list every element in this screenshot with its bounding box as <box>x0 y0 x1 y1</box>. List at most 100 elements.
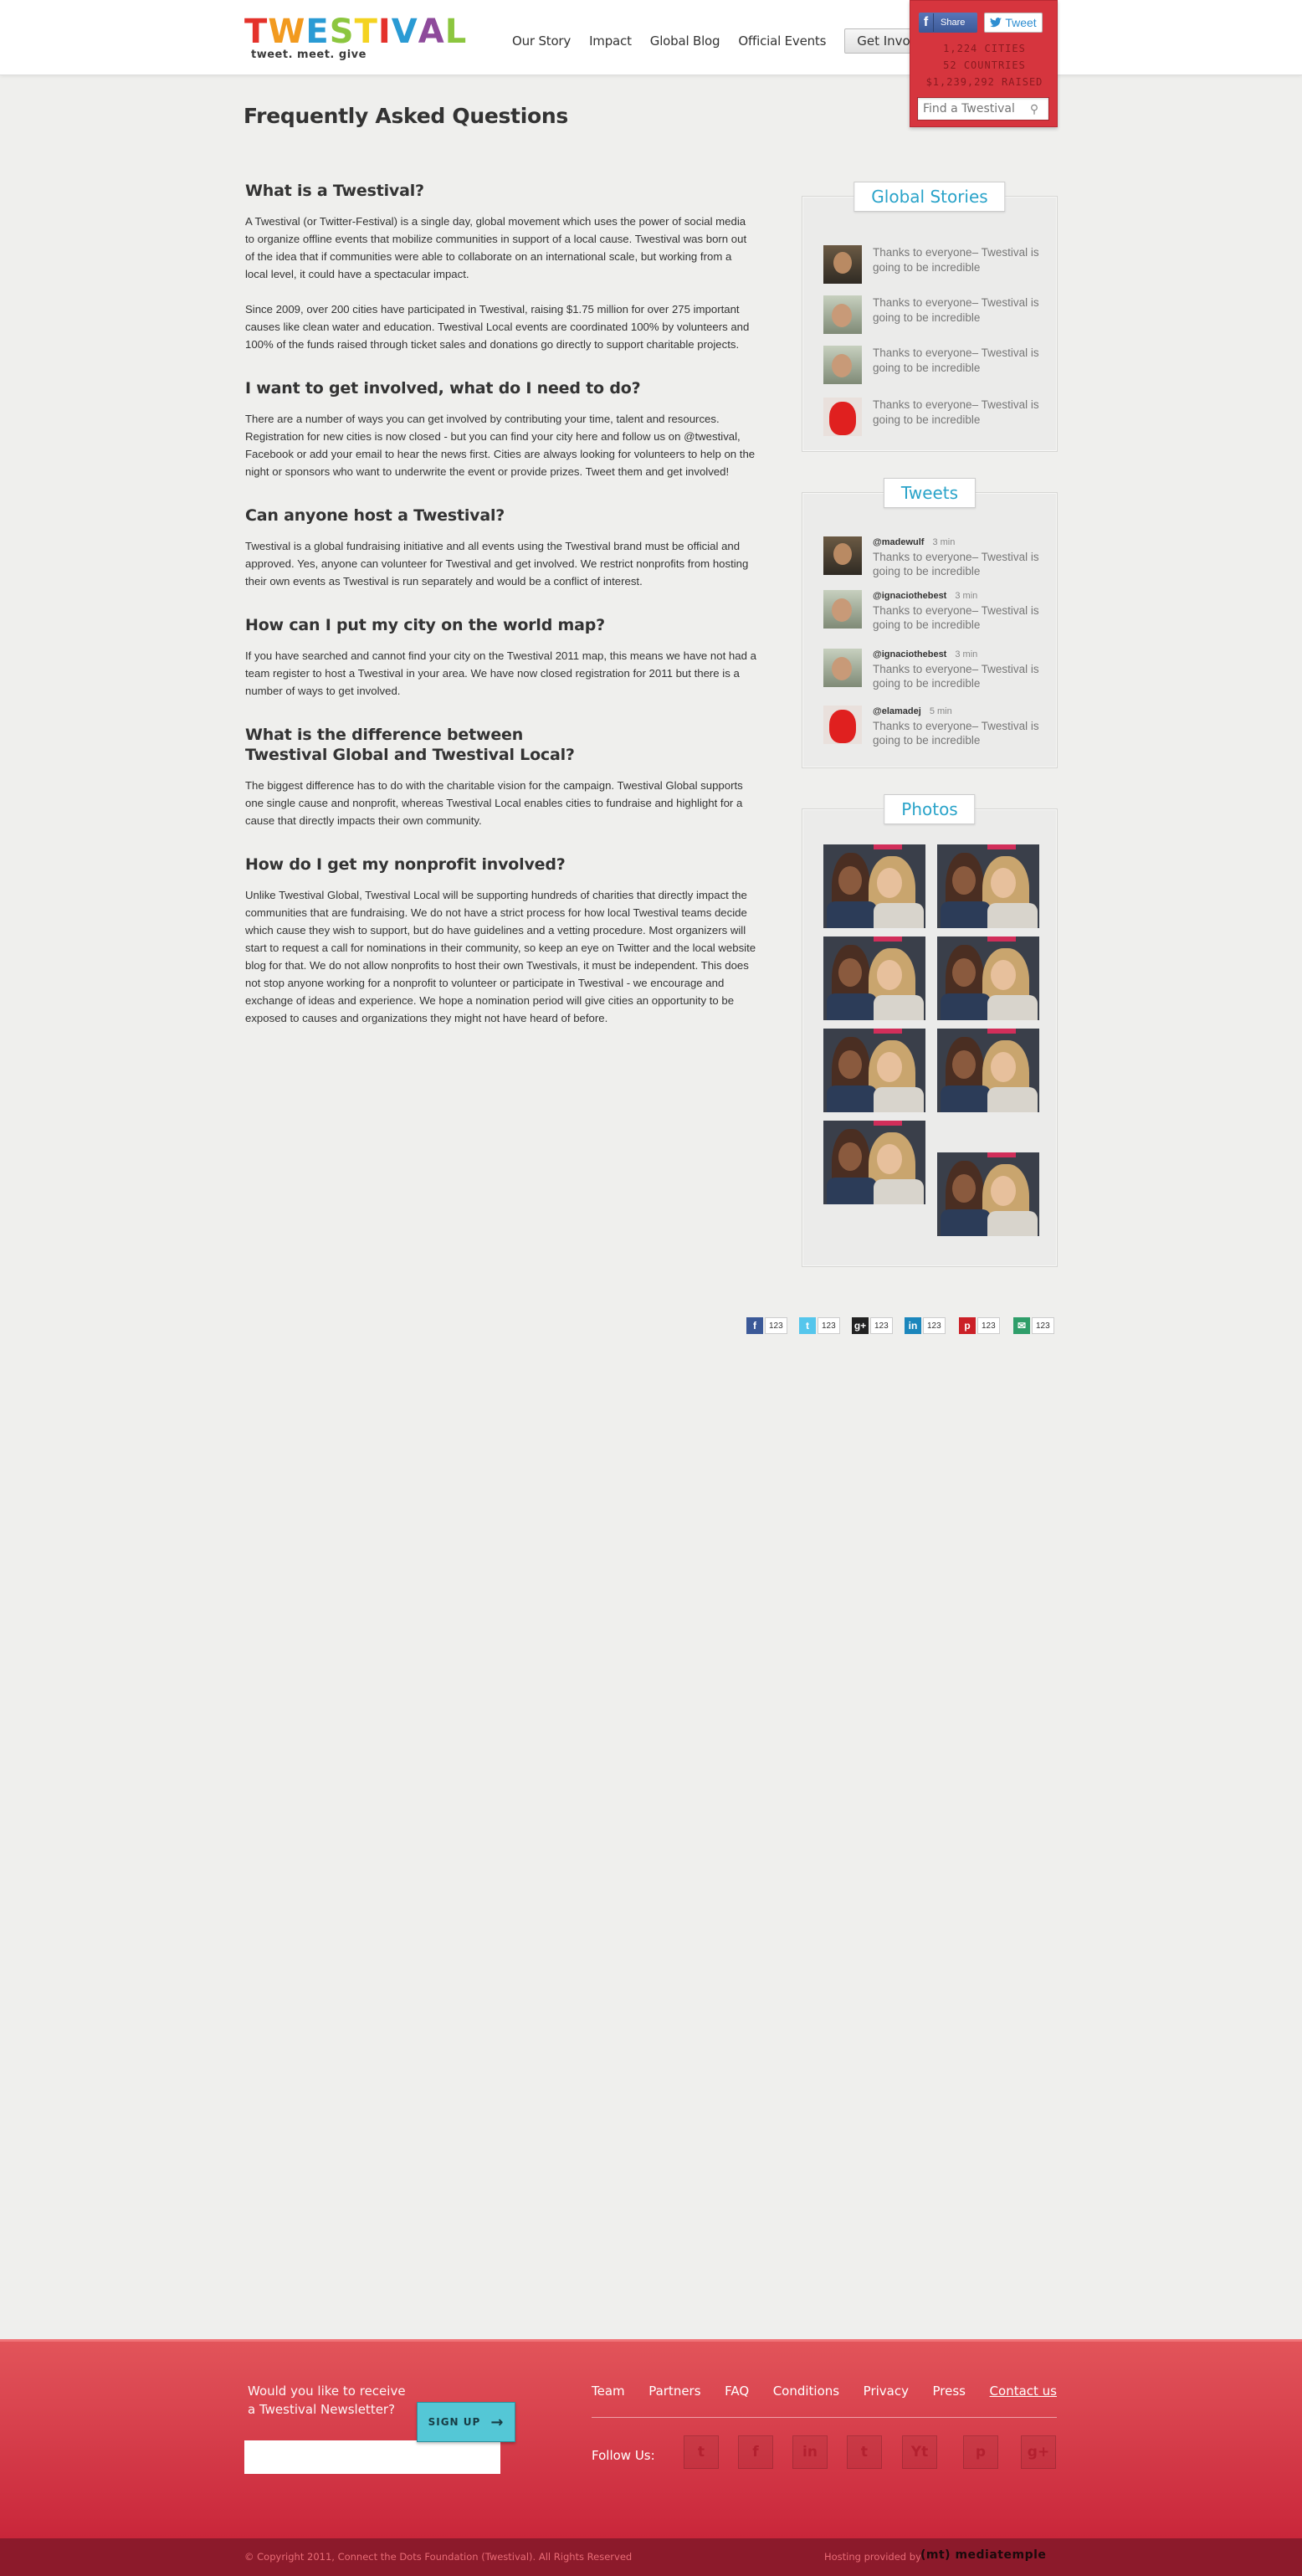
story-item[interactable]: Thanks to everyone– Twestival is going t… <box>823 245 1041 284</box>
share-button[interactable]: g+ 123 <box>852 1317 893 1334</box>
photo-thumbnail[interactable] <box>937 1152 1039 1236</box>
copyright-text: © Copyright 2011, Connect the Dots Found… <box>244 2551 633 2563</box>
nav-impact[interactable]: Impact <box>589 33 632 49</box>
search-icon[interactable]: ⚲ <box>1025 102 1043 116</box>
twestival-logo[interactable]: TWESTIVAL tweet. meet. give <box>244 13 466 64</box>
faq-answer: A Twestival (or Twitter-Festival) is a s… <box>245 213 757 353</box>
tweet-user[interactable]: @madewulf <box>873 537 924 547</box>
photo-shape <box>874 995 924 1020</box>
share-button[interactable]: ✉ 123 <box>1013 1317 1054 1334</box>
nav-our-story[interactable]: Our Story <box>512 33 571 49</box>
tweet-item[interactable]: @elamadej 5 min Thanks to everyone– Twesti… <box>823 706 1041 747</box>
photo-thumbnail[interactable] <box>823 844 925 928</box>
photo-shape <box>987 844 1016 849</box>
footer-link-contact[interactable]: Contact us <box>990 2384 1057 2399</box>
facebook-share-button[interactable]: f Share <box>919 13 977 33</box>
photo-shape <box>991 1052 1016 1082</box>
share-button[interactable]: t 123 <box>799 1317 840 1334</box>
share-button[interactable]: in 123 <box>905 1317 946 1334</box>
tweet-item[interactable]: @madewulf 3 min Thanks to everyone– Twesti… <box>823 536 1041 578</box>
faq-answer: There are a number of ways you can get i… <box>245 410 757 480</box>
faq-answer-paragraph: If you have searched and cannot find you… <box>245 649 756 697</box>
faq-question: What is a Twestival? <box>245 182 424 200</box>
faq-answer-paragraph: Unlike Twestival Global, Twestival Local… <box>245 889 756 1024</box>
share-label: Share <box>941 18 966 28</box>
tweet-user[interactable]: @ignaciothebest <box>873 649 946 659</box>
tweet-button[interactable]: Tweet <box>984 13 1043 33</box>
youtube-icon[interactable]: Yt <box>902 2435 937 2469</box>
photo-thumbnail[interactable] <box>937 936 1039 1020</box>
footer-link-partners[interactable]: Partners <box>648 2384 700 2399</box>
share-count: 123 <box>923 1317 946 1334</box>
story-item[interactable]: Thanks to everyone– Twestival is going t… <box>823 346 1041 384</box>
signup-button[interactable]: SIGN UP → <box>417 2402 515 2442</box>
mediatemple-logo[interactable]: (mt) mediatemple <box>920 2548 1046 2562</box>
tweet-user[interactable]: @ignaciothebest <box>873 591 946 601</box>
footer-link-team[interactable]: Team <box>592 2384 625 2399</box>
faq-question: What is the difference between Twestival … <box>245 726 575 764</box>
share-button[interactable]: p 123 <box>959 1317 1000 1334</box>
footer-link-press[interactable]: Press <box>933 2384 966 2399</box>
googleplus-icon[interactable]: g+ <box>1021 2435 1056 2469</box>
linkedin-icon[interactable]: in <box>792 2435 828 2469</box>
photo-shape <box>941 1085 991 1112</box>
faq-answer-paragraph: Twestival is a global fundraising initia… <box>245 540 749 588</box>
newsletter-email-input[interactable] <box>244 2440 500 2474</box>
story-item[interactable]: Thanks to everyone– Twestival is going t… <box>823 398 1041 436</box>
signup-label: SIGN UP <box>428 2416 481 2428</box>
avatar <box>823 346 862 384</box>
share-button[interactable]: f 123 <box>746 1317 787 1334</box>
photo-shape <box>827 1085 877 1112</box>
pinterest-icon[interactable]: p <box>963 2435 998 2469</box>
faq-item: Can anyone host a Twestival? Twestival is… <box>245 505 757 590</box>
tweet-time: 3 min <box>955 649 978 659</box>
facebook-icon: f <box>919 13 934 32</box>
logo-wordmark: TWESTIVAL <box>244 13 466 51</box>
avatar <box>823 295 862 334</box>
tweet-item[interactable]: @ignaciothebest 3 min Thanks to everyone– … <box>823 590 1041 632</box>
stat-raised: $1,239,292 RAISED <box>925 76 1043 88</box>
tweet-item[interactable]: @ignaciothebest 3 min Thanks to everyone– … <box>823 649 1041 690</box>
tweet-meta: @elamadej 5 min <box>873 706 1041 717</box>
nav-global-blog[interactable]: Global Blog <box>650 33 720 49</box>
faq-item: I want to get involved, what do I need t… <box>245 378 757 480</box>
tweet-time: 3 min <box>932 537 956 547</box>
share-count: 123 <box>818 1317 840 1334</box>
tumblr-icon[interactable]: t <box>847 2435 882 2469</box>
photo-thumbnail[interactable] <box>937 844 1039 928</box>
story-text: Thanks to everyone– Twestival is going t… <box>873 296 1039 324</box>
logo-letter: L <box>444 13 468 51</box>
linkedin-icon: in <box>905 1317 921 1334</box>
tweet-time: 3 min <box>955 591 978 601</box>
twitter-icon[interactable]: t <box>684 2435 719 2469</box>
search-input[interactable] <box>918 99 1025 119</box>
tweet-text: Thanks to everyone– Twestival is going t… <box>873 551 1039 577</box>
photo-thumbnail[interactable] <box>937 1029 1039 1112</box>
photo-thumbnail[interactable] <box>823 936 925 1020</box>
footer-link-faq[interactable]: FAQ <box>725 2384 749 2399</box>
facebook-icon[interactable]: f <box>738 2435 773 2469</box>
photo-shape <box>874 1121 902 1126</box>
faq-answer: Unlike Twestival Global, Twestival Local… <box>245 886 757 1027</box>
story-item[interactable]: Thanks to everyone– Twestival is going t… <box>823 295 1041 334</box>
photo-shape <box>838 1142 862 1171</box>
twitter-icon: t <box>799 1317 816 1334</box>
faq-answer-paragraph: There are a number of ways you can get i… <box>245 413 756 478</box>
nav-official-events[interactable]: Official Events <box>738 33 826 49</box>
share-count: 123 <box>870 1317 893 1334</box>
main-nav: Our Story Impact Global Blog Official Ev… <box>512 28 950 54</box>
footer-link-conditions[interactable]: Conditions <box>773 2384 839 2399</box>
photo-shape <box>987 1029 1016 1034</box>
faq-question: How do I get my nonprofit involved? <box>245 855 566 874</box>
tweet-user[interactable]: @elamadej <box>873 706 921 716</box>
photo-shape <box>874 936 902 942</box>
footer-link-privacy[interactable]: Privacy <box>864 2384 909 2399</box>
logo-letter: I <box>377 13 392 51</box>
photo-thumbnail[interactable] <box>823 1121 925 1204</box>
photo-shape <box>874 1087 924 1112</box>
photo-thumbnail[interactable] <box>823 1029 925 1112</box>
tweet-meta: @ignaciothebest 3 min <box>873 590 1041 602</box>
photo-shape <box>874 1179 924 1204</box>
photo-shape <box>941 1209 991 1236</box>
faq-question: How can I put my city on the world map? <box>245 616 605 634</box>
